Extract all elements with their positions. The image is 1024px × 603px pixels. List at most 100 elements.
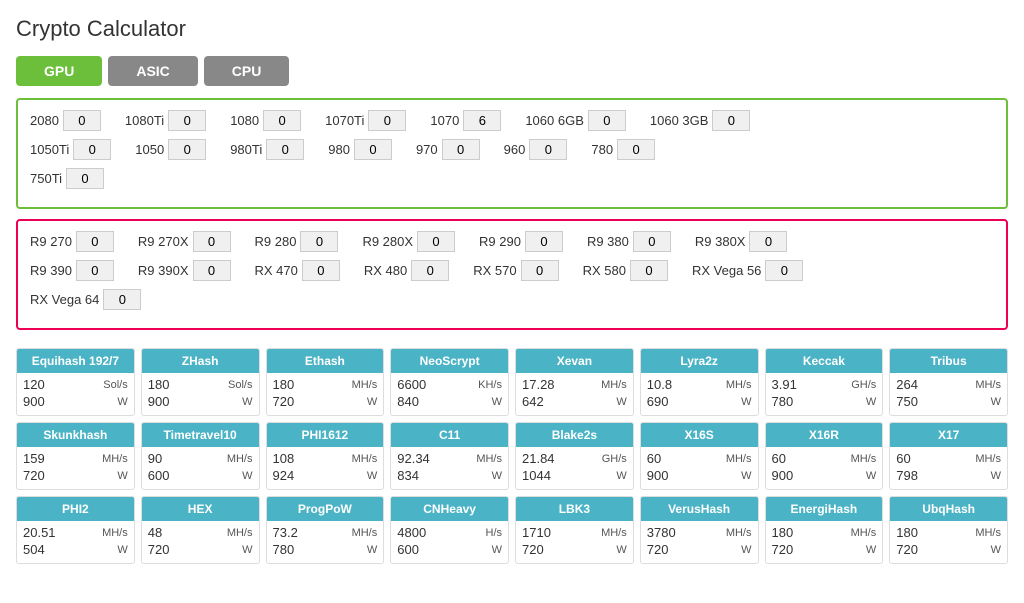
algo-power-row: 780 W — [273, 542, 378, 557]
gpu-input[interactable] — [525, 231, 563, 252]
algo-power-val: 834 — [397, 468, 419, 483]
gpu-input[interactable] — [354, 139, 392, 160]
algo-hashrate-val: 92.34 — [397, 451, 430, 466]
algo-hashrate-val: 180 — [772, 525, 794, 540]
gpu-input[interactable] — [193, 260, 231, 281]
algo-hashrate-unit: MH/s — [726, 453, 752, 465]
gpu-input[interactable] — [76, 231, 114, 252]
gpu-input[interactable] — [368, 110, 406, 131]
algo-hashrate-val: 20.51 — [23, 525, 56, 540]
algo-power-row: 924 W — [273, 468, 378, 483]
algo-name: Tribus — [890, 349, 1007, 373]
gpu-input[interactable] — [266, 139, 304, 160]
gpu-input[interactable] — [630, 260, 668, 281]
algo-name: C11 — [391, 423, 508, 447]
algo-body: 1710 MH/s 720 W — [516, 521, 633, 563]
gpu-label: RX 470 — [255, 263, 298, 278]
gpu-input[interactable] — [193, 231, 231, 252]
gpu-item: R9 390 — [30, 260, 114, 281]
algo-hashrate-row: 20.51 MH/s — [23, 525, 128, 540]
algo-hashrate-val: 90 — [148, 451, 162, 466]
gpu-label: R9 280 — [255, 234, 297, 249]
algo-card: Xevan 17.28 MH/s 642 W — [515, 348, 634, 416]
algo-hashrate-row: 180 MH/s — [896, 525, 1001, 540]
algo-name: EnergiHash — [766, 497, 883, 521]
gpu-input[interactable] — [63, 110, 101, 131]
gpu-input[interactable] — [76, 260, 114, 281]
algo-hashrate-row: 92.34 MH/s — [397, 451, 502, 466]
algo-power-val: 600 — [397, 542, 419, 557]
algo-power-val: 720 — [23, 468, 45, 483]
gpu-label: 1080 — [230, 113, 259, 128]
tab-cpu[interactable]: CPU — [204, 56, 290, 86]
gpu-input[interactable] — [463, 110, 501, 131]
gpu-input[interactable] — [588, 110, 626, 131]
gpu-label: 750Ti — [30, 171, 62, 186]
gpu-input[interactable] — [411, 260, 449, 281]
algo-power-val: 750 — [896, 394, 918, 409]
tab-asic[interactable]: ASIC — [108, 56, 197, 86]
algo-hashrate-unit: MH/s — [227, 453, 253, 465]
algo-hashrate-row: 21.84 GH/s — [522, 451, 627, 466]
algo-power-unit: W — [242, 396, 252, 408]
algo-body: 6600 KH/s 840 W — [391, 373, 508, 415]
gpu-input[interactable] — [300, 231, 338, 252]
algo-name: NeoScrypt — [391, 349, 508, 373]
algo-hashrate-row: 3780 MH/s — [647, 525, 752, 540]
gpu-item: 1070Ti — [325, 110, 406, 131]
gpu-input[interactable] — [442, 139, 480, 160]
gpu-input[interactable] — [749, 231, 787, 252]
algo-name: PHI1612 — [267, 423, 384, 447]
gpu-input[interactable] — [712, 110, 750, 131]
algo-hashrate-unit: MH/s — [726, 527, 752, 539]
gpu-item: R9 280X — [362, 231, 455, 252]
algo-body: 73.2 MH/s 780 W — [267, 521, 384, 563]
gpu-label: R9 280X — [362, 234, 413, 249]
gpu-input[interactable] — [765, 260, 803, 281]
gpu-label: RX 570 — [473, 263, 516, 278]
algo-card: CNHeavy 4800 H/s 600 W — [390, 496, 509, 564]
algo-power-row: 690 W — [647, 394, 752, 409]
gpu-input[interactable] — [617, 139, 655, 160]
gpu-input[interactable] — [73, 139, 111, 160]
gpu-input[interactable] — [417, 231, 455, 252]
gpu-item: R9 380X — [695, 231, 788, 252]
algo-card: Skunkhash 159 MH/s 720 W — [16, 422, 135, 490]
gpu-input[interactable] — [633, 231, 671, 252]
algo-hashrate-val: 48 — [148, 525, 162, 540]
gpu-input[interactable] — [168, 139, 206, 160]
algo-hashrate-val: 120 — [23, 377, 45, 392]
algo-power-val: 924 — [273, 468, 295, 483]
gpu-input[interactable] — [66, 168, 104, 189]
algo-power-row: 900 W — [23, 394, 128, 409]
gpu-input[interactable] — [302, 260, 340, 281]
algo-hashrate-val: 180 — [148, 377, 170, 392]
algo-power-unit: W — [741, 470, 751, 482]
algo-name: Xevan — [516, 349, 633, 373]
gpu-item: 780 — [591, 139, 655, 160]
algo-hashrate-row: 60 MH/s — [772, 451, 877, 466]
algo-power-row: 900 W — [772, 468, 877, 483]
gpu-input[interactable] — [263, 110, 301, 131]
algo-power-row: 504 W — [23, 542, 128, 557]
gpu-input[interactable] — [103, 289, 141, 310]
algo-hashrate-unit: MH/s — [851, 527, 877, 539]
gpu-label: RX 480 — [364, 263, 407, 278]
gpu-label: R9 380 — [587, 234, 629, 249]
algo-power-row: 720 W — [896, 542, 1001, 557]
algo-hashrate-unit: MH/s — [352, 453, 378, 465]
gpu-label: RX Vega 64 — [30, 292, 99, 307]
algo-name: X16S — [641, 423, 758, 447]
tab-gpu[interactable]: GPU — [16, 56, 102, 86]
algo-power-unit: W — [367, 544, 377, 556]
gpu-input[interactable] — [168, 110, 206, 131]
algo-power-unit: W — [492, 470, 502, 482]
gpu-label: 980 — [328, 142, 350, 157]
gpu-item: 980 — [328, 139, 392, 160]
algo-card: ProgPoW 73.2 MH/s 780 W — [266, 496, 385, 564]
gpu-input[interactable] — [521, 260, 559, 281]
algo-body: 60 MH/s 798 W — [890, 447, 1007, 489]
gpu-input[interactable] — [529, 139, 567, 160]
gpu-item: 1070 — [430, 110, 501, 131]
algo-power-unit: W — [741, 544, 751, 556]
